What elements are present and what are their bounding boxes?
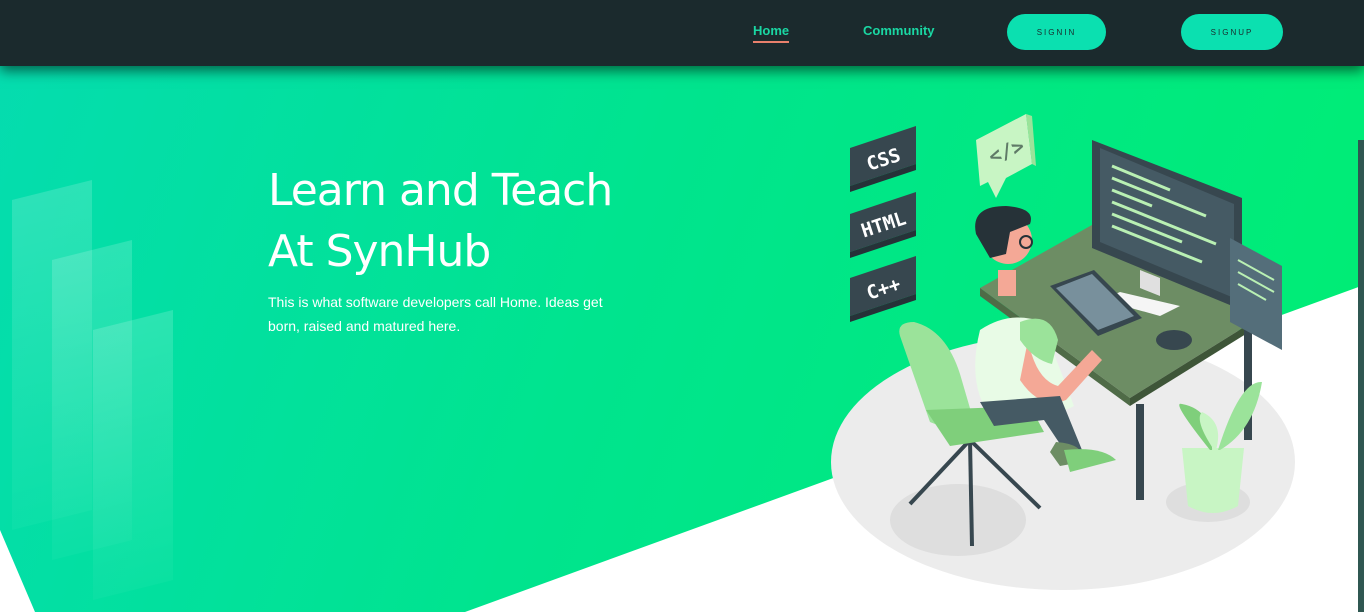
cpp-tag: C++ — [850, 256, 916, 322]
hero-title-line-1: Learn and Teach — [268, 165, 613, 216]
css-tag: CSS — [850, 126, 916, 192]
nav-link-home[interactable]: Home — [753, 23, 790, 43]
signup-button[interactable]: SIGNUP — [1181, 14, 1283, 50]
decorative-panel — [93, 310, 173, 600]
hero-title-line-2: At SynHub — [268, 226, 491, 277]
scrollbar[interactable] — [1358, 140, 1364, 612]
hero-subtitle: This is what software developers call Ho… — [268, 294, 603, 334]
nav-link-community[interactable]: Community — [863, 23, 935, 38]
signin-button[interactable]: SIGNIN — [1007, 14, 1106, 50]
mouse-icon — [1156, 330, 1192, 350]
top-navbar: Home Community SIGNIN SIGNUP — [0, 0, 1364, 66]
developer-illustration: CSS HTML C++ </> — [831, 114, 1295, 590]
html-tag: HTML — [850, 192, 916, 258]
hero-title: Learn and Teach At SynHub — [268, 160, 688, 282]
code-bubble-icon: </> — [976, 114, 1036, 198]
